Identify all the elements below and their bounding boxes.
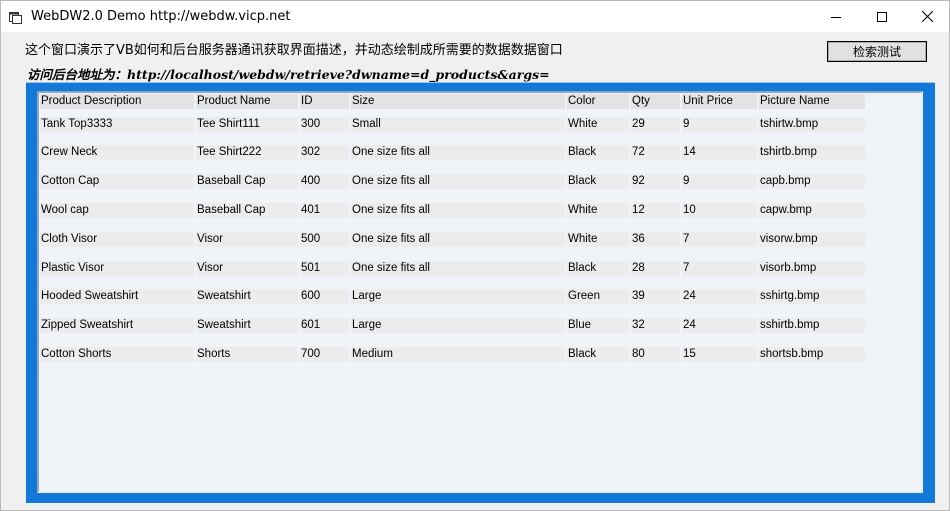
cell-picture-name[interactable]: capb.bmp: [759, 174, 865, 189]
cell-color[interactable]: Black: [567, 174, 629, 189]
cell-description[interactable]: Cotton Cap: [40, 174, 194, 189]
cell-description[interactable]: Tank Top3333: [40, 117, 194, 132]
cell-size[interactable]: Large: [351, 289, 565, 304]
close-button[interactable]: [904, 1, 950, 32]
maximize-icon: [877, 11, 887, 22]
cell-description[interactable]: Plastic Visor: [40, 261, 194, 276]
cell-size[interactable]: Small: [351, 117, 565, 132]
cell-picture-name[interactable]: tshirtw.bmp: [759, 117, 865, 132]
cell-picture-name[interactable]: sshirtg.bmp: [759, 289, 865, 304]
cell-qty[interactable]: 29: [631, 117, 680, 132]
main-window: WebDW2.0 Demo http://webdw.vicp.net 这个窗口…: [0, 0, 950, 511]
cell-qty[interactable]: 39: [631, 289, 680, 304]
window-title: WebDW2.0 Demo http://webdw.vicp.net: [31, 9, 291, 24]
cell-description[interactable]: Hooded Sweatshirt: [40, 289, 194, 304]
minimize-button[interactable]: [813, 1, 859, 32]
cell-picture-name[interactable]: visorb.bmp: [759, 261, 865, 276]
column-header-id[interactable]: ID: [300, 94, 349, 109]
cell-unit-price[interactable]: 24: [682, 318, 757, 333]
title-bar[interactable]: WebDW2.0 Demo http://webdw.vicp.net: [1, 1, 949, 32]
cell-id[interactable]: 300: [300, 117, 349, 132]
cell-product-name[interactable]: Tee Shirt222: [196, 145, 298, 160]
column-header-qty[interactable]: Qty: [631, 94, 680, 109]
cell-qty[interactable]: 12: [631, 203, 680, 218]
cell-unit-price[interactable]: 7: [682, 261, 757, 276]
cell-product-name[interactable]: Sweatshirt: [196, 289, 298, 304]
cell-unit-price[interactable]: 24: [682, 289, 757, 304]
cell-qty[interactable]: 92: [631, 174, 680, 189]
column-header-picture-name[interactable]: Picture Name: [759, 94, 865, 109]
cell-description[interactable]: Zipped Sweatshirt: [40, 318, 194, 333]
cell-picture-name[interactable]: capw.bmp: [759, 203, 865, 218]
search-test-button[interactable]: 检索测试: [827, 41, 927, 62]
cell-product-name[interactable]: Sweatshirt: [196, 318, 298, 333]
cell-product-name[interactable]: Baseball Cap: [196, 174, 298, 189]
cell-size[interactable]: One size fits all: [351, 261, 565, 276]
cell-id[interactable]: 501: [300, 261, 349, 276]
cell-description[interactable]: Wool cap: [40, 203, 194, 218]
cell-id[interactable]: 401: [300, 203, 349, 218]
cell-color[interactable]: White: [567, 232, 629, 247]
cell-picture-name[interactable]: sshirtb.bmp: [759, 318, 865, 333]
column-header-product-name[interactable]: Product Name: [196, 94, 298, 109]
cell-qty[interactable]: 72: [631, 145, 680, 160]
cell-unit-price[interactable]: 15: [682, 347, 757, 362]
cell-description[interactable]: Crew Neck: [40, 145, 194, 160]
datawindow-grid[interactable]: Product Description Product Name ID Size Col…: [37, 91, 923, 493]
cell-color[interactable]: Blue: [567, 318, 629, 333]
cell-product-name[interactable]: Baseball Cap: [196, 203, 298, 218]
cell-qty[interactable]: 32: [631, 318, 680, 333]
column-header-size[interactable]: Size: [351, 94, 565, 109]
cell-unit-price[interactable]: 14: [682, 145, 757, 160]
cell-size[interactable]: One size fits all: [351, 174, 565, 189]
datawindow-frame: Product Description Product Name ID Size Col…: [26, 82, 935, 503]
cell-picture-name[interactable]: visorw.bmp: [759, 232, 865, 247]
maximize-button[interactable]: [859, 1, 905, 32]
cell-color[interactable]: Black: [567, 145, 629, 160]
cell-unit-price[interactable]: 9: [682, 117, 757, 132]
column-header-description[interactable]: Product Description: [40, 94, 194, 109]
cell-product-name[interactable]: Visor: [196, 261, 298, 276]
column-header-unit-price[interactable]: Unit Price: [682, 94, 757, 109]
app-window-icon[interactable]: [9, 9, 22, 24]
cell-id[interactable]: 700: [300, 347, 349, 362]
cell-product-name[interactable]: Shorts: [196, 347, 298, 362]
column-header-color[interactable]: Color: [567, 94, 629, 109]
cell-size[interactable]: One size fits all: [351, 145, 565, 160]
cell-unit-price[interactable]: 9: [682, 174, 757, 189]
cell-product-name[interactable]: Tee Shirt111: [196, 117, 298, 132]
cell-description[interactable]: Cloth Visor: [40, 232, 194, 247]
cell-description[interactable]: Cotton Shorts: [40, 347, 194, 362]
close-icon: [921, 11, 933, 22]
cell-color[interactable]: Green: [567, 289, 629, 304]
cell-size[interactable]: Medium: [351, 347, 565, 362]
cell-qty[interactable]: 80: [631, 347, 680, 362]
cell-id[interactable]: 500: [300, 232, 349, 247]
cell-color[interactable]: White: [567, 203, 629, 218]
cell-id[interactable]: 600: [300, 289, 349, 304]
cell-picture-name[interactable]: shortsb.bmp: [759, 347, 865, 362]
cell-qty[interactable]: 36: [631, 232, 680, 247]
cell-product-name[interactable]: Visor: [196, 232, 298, 247]
cell-id[interactable]: 601: [300, 318, 349, 333]
cell-unit-price[interactable]: 10: [682, 203, 757, 218]
cell-qty[interactable]: 28: [631, 261, 680, 276]
cell-size[interactable]: One size fits all: [351, 232, 565, 247]
cell-id[interactable]: 302: [300, 145, 349, 160]
cell-picture-name[interactable]: tshirtb.bmp: [759, 145, 865, 160]
cell-color[interactable]: White: [567, 117, 629, 132]
server-url-label: 访问后台地址为：http://localhost/webdw/retrieve?…: [27, 67, 550, 82]
cell-color[interactable]: Black: [567, 261, 629, 276]
cell-size[interactable]: Large: [351, 318, 565, 333]
cell-id[interactable]: 400: [300, 174, 349, 189]
cell-unit-price[interactable]: 7: [682, 232, 757, 247]
cell-size[interactable]: One size fits all: [351, 203, 565, 218]
minimize-icon: [831, 16, 841, 18]
cell-color[interactable]: Black: [567, 347, 629, 362]
description-text: 这个窗口演示了VB如何和后台服务器通讯获取界面描述，并动态绘制成所需要的数据数据…: [25, 43, 563, 58]
